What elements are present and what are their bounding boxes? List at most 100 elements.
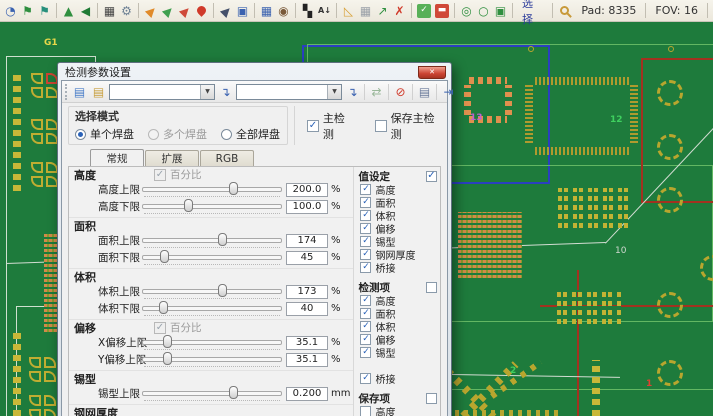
apply-template-2-icon[interactable]: ↴ [344, 83, 361, 100]
slider-thumb[interactable] [229, 386, 238, 399]
check-item-row[interactable]: ✓面积 [358, 307, 437, 320]
slider-thumb[interactable] [184, 199, 193, 212]
percent-checkbox[interactable]: ✓ [154, 322, 166, 334]
item-checkbox-icon[interactable]: ✓ [360, 321, 371, 332]
param-slider[interactable] [142, 284, 282, 299]
close-button[interactable]: ✕ [418, 66, 446, 79]
item-checkbox-icon[interactable]: ✓ [360, 197, 371, 208]
param-value-input[interactable]: 174 [286, 234, 328, 248]
item-checkbox-icon[interactable]: ✓ [360, 184, 371, 195]
group-all-checkbox[interactable] [426, 282, 437, 293]
stop-icon[interactable]: ▬ [435, 4, 449, 18]
cone-icon[interactable]: ◀ [77, 2, 94, 19]
chevron-down-icon[interactable]: ▼ [200, 85, 214, 99]
group-all-checkbox[interactable]: ✓ [426, 171, 437, 182]
apply-template-1-icon[interactable]: ↴ [217, 83, 234, 100]
exit-icon[interactable]: ⇥ [440, 83, 457, 100]
main-detect-checkbox[interactable]: ✓ 主检测 [307, 110, 353, 142]
square-tool-icon[interactable]: ▣ [492, 2, 509, 19]
check-item-row[interactable]: ✓桥接 [358, 372, 437, 385]
check-item-row[interactable]: ✓偏移 [358, 333, 437, 346]
slider-thumb[interactable] [163, 352, 172, 365]
param-value-input[interactable]: 45 [286, 251, 328, 265]
radio-single-pad[interactable]: 单个焊盘 [75, 126, 134, 142]
chevron-down-icon[interactable]: ▼ [327, 85, 341, 99]
load-params-icon[interactable]: ▤ [71, 83, 88, 100]
template-combo-2[interactable]: ▼ [236, 84, 342, 100]
check-item-row[interactable]: ✓体积 [358, 320, 437, 333]
tools-icon[interactable]: ⚙ [118, 2, 135, 19]
magnifier-icon[interactable] [560, 6, 569, 15]
param-slider[interactable] [142, 199, 282, 214]
param-slider[interactable] [142, 250, 282, 265]
delete-icon[interactable]: ✗ [391, 2, 408, 19]
save-icon[interactable]: ▤ [416, 83, 433, 100]
select-button[interactable]: 选择 [516, 0, 549, 27]
slider-thumb[interactable] [218, 233, 227, 246]
board-bottom-flag-icon[interactable]: ⚑ [36, 2, 53, 19]
radio-all-pads[interactable]: 全部焊盘 [221, 126, 280, 142]
param-slider[interactable] [142, 233, 282, 248]
history-icon[interactable]: ◔ [2, 2, 19, 19]
param-slider[interactable] [142, 386, 282, 401]
pin-red-icon[interactable] [195, 4, 208, 17]
check-item-row[interactable]: ✓高度 [358, 183, 437, 196]
circle-tool-icon[interactable]: ○ [475, 2, 492, 19]
param-value-input[interactable]: 173 [286, 285, 328, 299]
item-checkbox-icon[interactable]: ✓ [360, 308, 371, 319]
param-value-input[interactable]: 35.1 [286, 336, 328, 350]
item-checkbox-icon[interactable] [360, 406, 371, 416]
percent-checkbox[interactable]: ✓ [154, 169, 166, 181]
chart-icon[interactable]: ↗ [374, 2, 391, 19]
item-checkbox-icon[interactable]: ✓ [360, 249, 371, 260]
item-checkbox-icon[interactable]: ✓ [360, 210, 371, 221]
slider-thumb[interactable] [229, 182, 238, 195]
slider-thumb[interactable] [218, 284, 227, 297]
slider-thumb[interactable] [160, 250, 169, 263]
tab-general[interactable]: 常规 [90, 149, 144, 166]
check-item-row[interactable]: ✓偏移 [358, 222, 437, 235]
item-checkbox-icon[interactable]: ✓ [360, 262, 371, 273]
template-combo-1[interactable]: ▼ [109, 84, 215, 100]
item-checkbox-icon[interactable]: ✓ [360, 347, 371, 358]
param-slider[interactable] [142, 352, 282, 367]
check-item-row[interactable]: ✓钢网厚度 [358, 248, 437, 261]
sync-icon[interactable]: ⇄ [368, 83, 385, 100]
check-item-row[interactable]: ✓高度 [358, 294, 437, 307]
save-params-icon[interactable]: ▤ [90, 83, 107, 100]
image-icon[interactable]: ▦ [101, 2, 118, 19]
record-icon[interactable]: ◎ [458, 2, 475, 19]
param-value-input[interactable]: 35.1 [286, 353, 328, 367]
toolbar-grip[interactable] [65, 84, 67, 100]
item-checkbox-icon[interactable]: ✓ [360, 334, 371, 345]
item-checkbox-icon[interactable]: ✓ [360, 295, 371, 306]
group-all-checkbox[interactable] [426, 393, 437, 404]
item-checkbox-icon[interactable]: ✓ [360, 236, 371, 247]
slider-thumb[interactable] [159, 301, 168, 314]
param-slider[interactable] [142, 335, 282, 350]
check-item-row[interactable]: ✓锡型 [358, 346, 437, 359]
param-value-input[interactable]: 100.0 [286, 200, 328, 214]
check-item-row[interactable]: ✓体积 [358, 209, 437, 222]
save-main-detect-checkbox[interactable]: 保存主检测 [375, 110, 441, 142]
mesh-icon[interactable]: ▦ [357, 2, 374, 19]
item-checkbox-icon[interactable]: ✓ [360, 223, 371, 234]
tab-extended[interactable]: 扩展 [145, 150, 199, 166]
param-value-input[interactable]: 0.200 [286, 387, 328, 401]
prism-icon[interactable]: ▲ [60, 2, 77, 19]
confirm-icon[interactable]: ✓ [417, 4, 431, 18]
grid-view-icon[interactable]: ▦ [258, 2, 275, 19]
tab-rgb[interactable]: RGB [200, 150, 254, 166]
dart-red-icon[interactable]: ▶ [172, 0, 196, 23]
board-top-flag-icon[interactable]: ⚑ [19, 2, 36, 19]
check-item-row[interactable]: 高度 [358, 405, 437, 416]
camera-icon[interactable]: ◉ [275, 2, 292, 19]
check-item-row[interactable]: ✓桥接 [358, 261, 437, 274]
param-value-input[interactable]: 40 [286, 302, 328, 316]
item-checkbox-icon[interactable]: ✓ [360, 373, 371, 384]
slider-thumb[interactable] [163, 335, 172, 348]
dialog-titlebar[interactable]: 检测参数设置 ✕ [61, 63, 448, 80]
ruler-icon[interactable]: ◺ [340, 2, 357, 19]
param-value-input[interactable]: 200.0 [286, 183, 328, 197]
check-item-row[interactable]: ✓面积 [358, 196, 437, 209]
